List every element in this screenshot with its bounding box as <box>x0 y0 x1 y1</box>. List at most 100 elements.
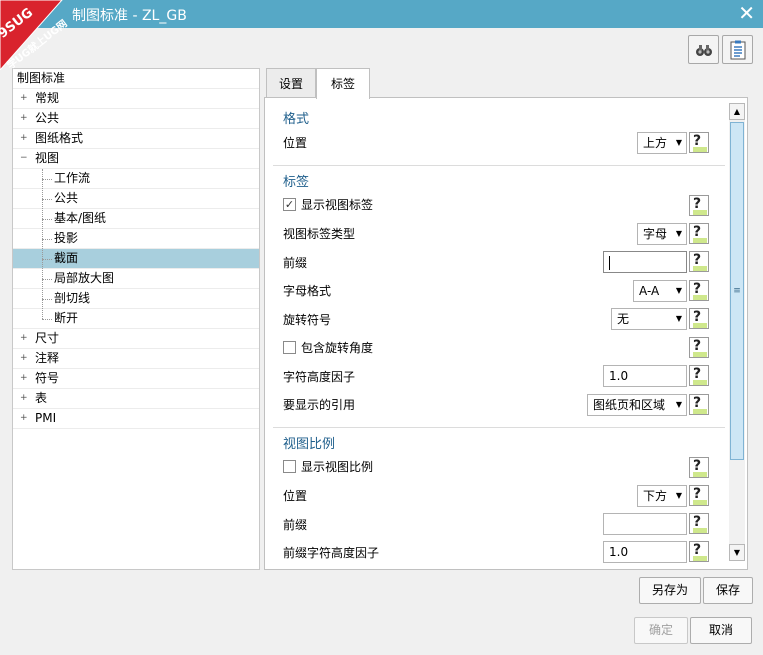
tree-item[interactable]: + 注释 <box>13 349 259 369</box>
tree-item[interactable]: + PMI <box>13 409 259 429</box>
tree-connector <box>42 169 43 319</box>
prefix-label: 前缀 <box>283 256 308 270</box>
reference-select[interactable]: 图纸页和区域 ▼ <box>587 394 687 416</box>
prefix-height-input[interactable]: 1.0 <box>603 541 687 563</box>
tree-connector <box>42 319 52 320</box>
show-scale-checkbox[interactable] <box>283 460 296 473</box>
chevron-down-icon: ▼ <box>675 491 682 500</box>
find-button[interactable] <box>688 35 719 64</box>
reference-label: 要显示的引用 <box>283 398 356 412</box>
tree-item[interactable]: 局部放大图 <box>13 269 259 289</box>
tree-item[interactable]: − 视图 <box>13 149 259 169</box>
scroll-up-icon[interactable]: ▲ <box>729 103 745 120</box>
scroll-down-icon[interactable]: ▼ <box>729 544 745 561</box>
tree-item[interactable]: + 尺寸 <box>13 329 259 349</box>
tree-item-label: 断开 <box>54 311 79 325</box>
section-title-format: 格式 <box>283 112 310 127</box>
show-scale-text: 显示视图比例 <box>301 460 374 474</box>
help-icon[interactable]: ? <box>689 308 709 329</box>
expand-icon[interactable]: + <box>20 354 28 363</box>
close-icon[interactable]: ✕ <box>738 2 755 24</box>
chevron-down-icon: ▼ <box>675 314 682 323</box>
help-icon[interactable]: ? <box>689 365 709 386</box>
tree-item-label: 常规 <box>35 91 60 105</box>
tree-item[interactable]: 工作流 <box>13 169 259 189</box>
binoculars-icon <box>696 45 712 56</box>
tree-item[interactable]: + 表 <box>13 389 259 409</box>
label-type-select[interactable]: 字母 ▼ <box>637 223 687 245</box>
tab-labels[interactable]: 标签 <box>316 68 370 99</box>
expand-icon[interactable]: + <box>20 134 28 143</box>
help-icon[interactable]: ? <box>689 132 709 153</box>
section-title-label: 标签 <box>283 175 310 190</box>
help-icon[interactable]: ? <box>689 223 709 244</box>
navigation-tree: 制图标准 + 常规 + 公共 + 图纸格式 − 视图 工作流 公共 基本/图纸 投影 截面 局部放大图 剖切… <box>12 68 260 570</box>
ok-button[interactable]: 确定 <box>634 617 688 644</box>
prefix-input[interactable] <box>603 251 687 273</box>
tree-item-label: 剖切线 <box>54 291 91 305</box>
tree-item[interactable]: + 公共 <box>13 109 259 129</box>
expand-icon[interactable]: + <box>20 374 28 383</box>
tree-item[interactable]: 投影 <box>13 229 259 249</box>
help-icon[interactable]: ? <box>689 513 709 534</box>
include-rotation-angle-text: 包含旋转角度 <box>301 341 374 355</box>
tab-settings[interactable]: 设置 <box>266 68 316 98</box>
scale-prefix-input[interactable] <box>603 513 687 535</box>
tree-root[interactable]: 制图标准 <box>13 69 259 89</box>
tree-item[interactable]: + 图纸格式 <box>13 129 259 149</box>
watermark-badge: 9SUG 学UG就上UG网 <box>0 0 84 70</box>
settings-panel: 格式 位置 上方 ▼ ? 标签 ✓ 显示视图标签 ? 视图标签类型 字母 ▼ ? 前… <box>264 97 748 570</box>
tree-connector <box>42 279 52 280</box>
chevron-down-icon: ▼ <box>675 138 682 147</box>
expand-icon[interactable]: + <box>20 334 28 343</box>
tree-connector <box>42 199 52 200</box>
info-button[interactable] <box>722 35 753 64</box>
tree-item[interactable]: + 常规 <box>13 89 259 109</box>
tree-item[interactable]: 基本/图纸 <box>13 209 259 229</box>
tree-item-label: 表 <box>35 391 48 405</box>
tree-item-label: 符号 <box>35 371 60 385</box>
tree-connector <box>42 179 52 180</box>
save-button[interactable]: 保存 <box>703 577 753 604</box>
tree-item-label: 局部放大图 <box>54 271 115 285</box>
chevron-down-icon: ▼ <box>675 229 682 238</box>
tree-item[interactable]: + 符号 <box>13 369 259 389</box>
tree-item-label: 视图 <box>35 151 60 165</box>
help-icon[interactable]: ? <box>689 485 709 506</box>
help-icon[interactable]: ? <box>689 457 709 478</box>
expand-icon[interactable]: + <box>20 94 28 103</box>
help-icon[interactable]: ? <box>689 251 709 272</box>
help-icon[interactable]: ? <box>689 280 709 301</box>
rotation-symbol-select[interactable]: 无 ▼ <box>611 308 687 330</box>
help-icon[interactable]: ? <box>689 541 709 562</box>
label-type-label: 视图标签类型 <box>283 227 356 241</box>
chevron-down-icon: ▼ <box>675 286 682 295</box>
expand-icon[interactable]: + <box>20 394 28 403</box>
panel-scrollbar[interactable]: ▲ ≡ ▼ <box>729 103 745 561</box>
include-rotation-angle-checkbox[interactable] <box>283 341 296 354</box>
save-as-button[interactable]: 另存为 <box>639 577 701 604</box>
cancel-button[interactable]: 取消 <box>690 617 752 644</box>
help-icon[interactable]: ? <box>689 337 709 358</box>
tree-connector <box>42 219 52 220</box>
show-view-label-checkbox[interactable]: ✓ <box>283 198 296 211</box>
scroll-thumb[interactable]: ≡ <box>730 122 744 460</box>
tree-item-label: 投影 <box>54 231 79 245</box>
expand-icon[interactable]: + <box>20 414 28 423</box>
scale-position-label: 位置 <box>283 489 308 503</box>
format-position-select[interactable]: 上方 ▼ <box>637 132 687 154</box>
scale-position-select[interactable]: 下方 ▼ <box>637 485 687 507</box>
tree-item[interactable]: 剖切线 <box>13 289 259 309</box>
tree-item-label: 公共 <box>35 111 60 125</box>
expand-icon[interactable]: + <box>20 114 28 123</box>
tree-connector <box>42 259 52 260</box>
char-height-input[interactable]: 1.0 <box>603 365 687 387</box>
window-title: 制图标准 - ZL_GB <box>72 8 187 24</box>
help-icon[interactable]: ? <box>689 195 709 216</box>
tree-item[interactable]: 断开 <box>13 309 259 329</box>
help-icon[interactable]: ? <box>689 394 709 415</box>
collapse-icon[interactable]: − <box>20 154 28 163</box>
letter-format-select[interactable]: A-A ▼ <box>633 280 687 302</box>
tree-item[interactable]: 公共 <box>13 189 259 209</box>
tree-item[interactable]: 截面 <box>13 249 259 269</box>
